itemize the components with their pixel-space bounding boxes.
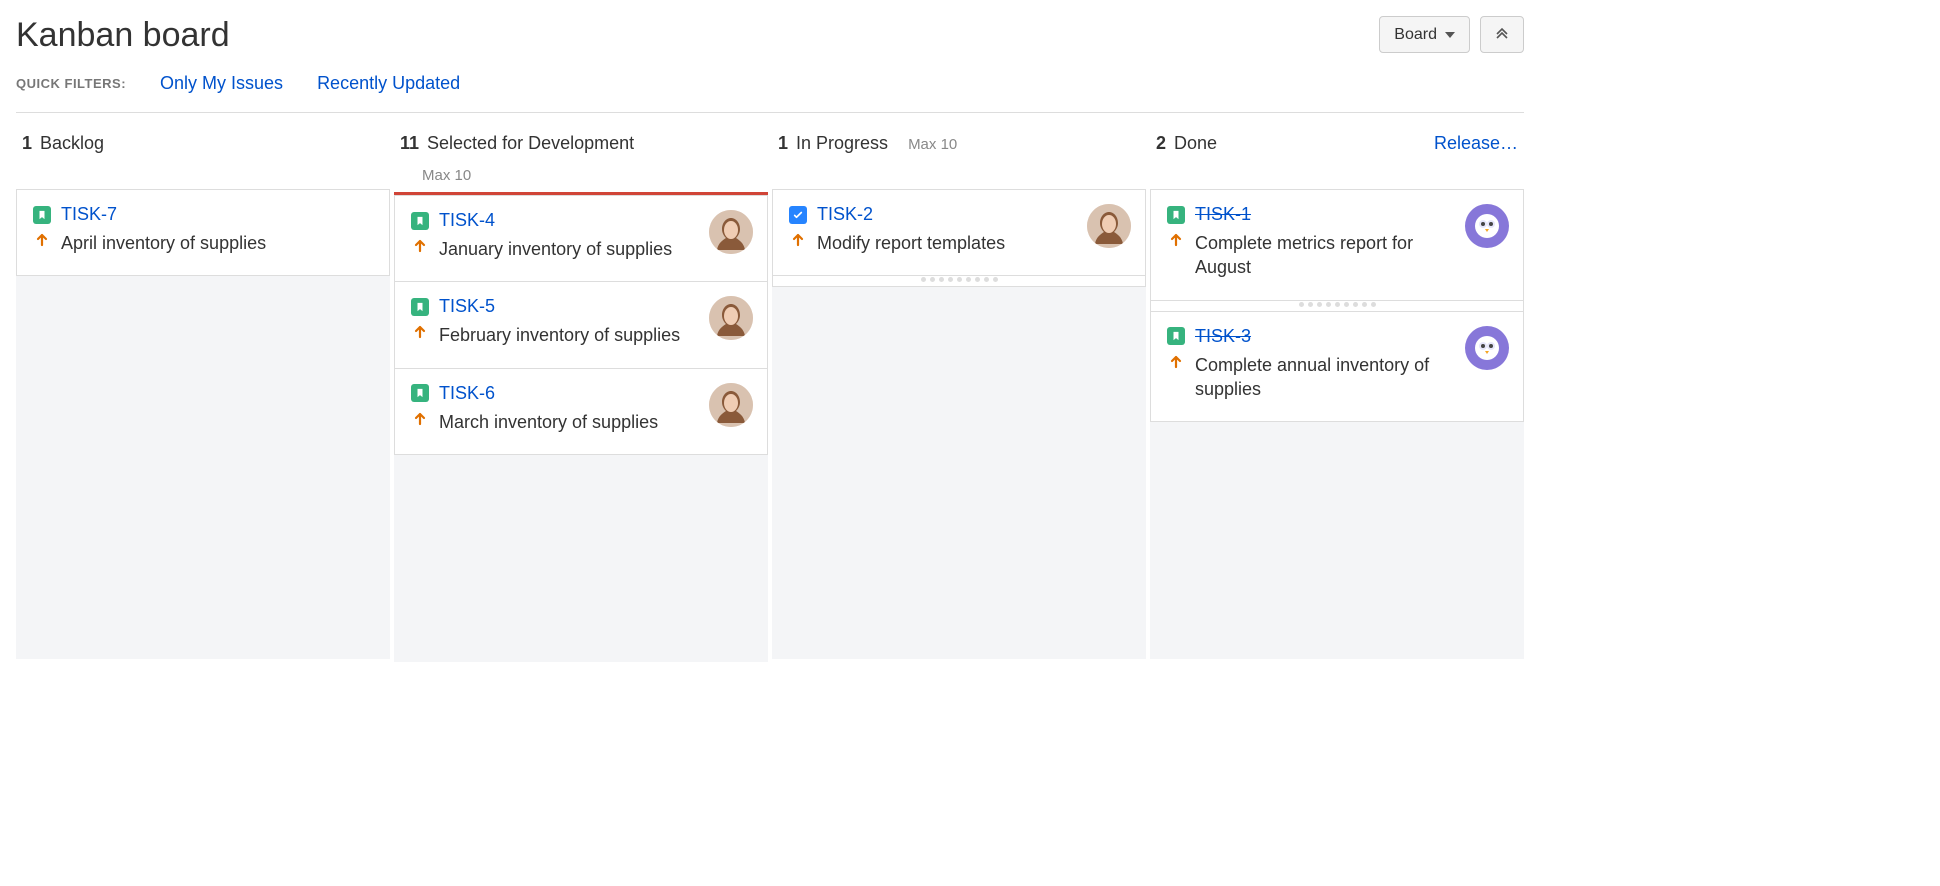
priority-medium-icon (411, 237, 429, 255)
assignee-avatar[interactable] (1465, 204, 1509, 248)
column-header: 2 Done Release… (1150, 133, 1524, 189)
priority-medium-icon (1167, 231, 1185, 249)
issue-summary: April inventory of supplies (61, 231, 373, 255)
story-icon (411, 298, 429, 316)
story-icon (33, 206, 51, 224)
issue-card[interactable]: TISK-5 February inventory of supplies (394, 281, 768, 368)
assignee-avatar[interactable] (709, 296, 753, 340)
column-header: 1 Backlog (16, 133, 390, 189)
priority-medium-icon (33, 231, 51, 249)
column-body[interactable]: TISK-2 Modify report templates (772, 189, 1146, 659)
column: 1 In Progress Max 10 TISK-2 Modify report te… (772, 133, 1146, 662)
chevron-up-double-icon (1495, 25, 1509, 44)
issue-card[interactable]: TISK-4 January inventory of supplies (394, 195, 768, 282)
column-name: In Progress (796, 133, 888, 154)
issue-summary: March inventory of supplies (439, 410, 751, 434)
issue-key-link[interactable]: TISK-5 (439, 296, 495, 317)
issue-key-link[interactable]: TISK-1 (1195, 204, 1251, 225)
issue-summary: Modify report templates (817, 231, 1129, 255)
column-body[interactable]: TISK-1 Complete metrics report for August… (1150, 189, 1524, 659)
issue-key-link[interactable]: TISK-6 (439, 383, 495, 404)
column-body[interactable]: TISK-7 April inventory of supplies (16, 189, 390, 659)
story-icon (1167, 206, 1185, 224)
card-pagination-dots (772, 275, 1146, 287)
issue-key-link[interactable]: TISK-2 (817, 204, 873, 225)
collapse-button[interactable] (1480, 16, 1524, 53)
column-count: 1 (778, 133, 788, 154)
column-name: Done (1174, 133, 1217, 154)
column-name: Selected for Development (427, 133, 634, 154)
issue-card[interactable]: TISK-3 Complete annual inventory of suppl… (1150, 311, 1524, 423)
story-icon (411, 212, 429, 230)
board-button-label: Board (1394, 26, 1437, 44)
column: 11 Selected for Development Max 10 TISK-4 Ja… (394, 133, 768, 662)
issue-card[interactable]: TISK-7 April inventory of supplies (16, 189, 390, 276)
story-icon (1167, 327, 1185, 345)
issue-key-link[interactable]: TISK-4 (439, 210, 495, 231)
priority-medium-icon (411, 410, 429, 428)
task-icon (789, 206, 807, 224)
column: 2 Done Release… TISK-1 Complete metrics repo… (1150, 133, 1524, 662)
issue-key-link[interactable]: TISK-7 (61, 204, 117, 225)
issue-key-link[interactable]: TISK-3 (1195, 326, 1251, 347)
priority-medium-icon (789, 231, 807, 249)
quick-filters-bar: QUICK FILTERS: Only My Issues Recently U… (16, 73, 1524, 113)
quick-filters-label: QUICK FILTERS: (16, 76, 126, 91)
column-name: Backlog (40, 133, 104, 154)
board-dropdown-button[interactable]: Board (1379, 16, 1470, 53)
priority-medium-icon (1167, 353, 1185, 371)
column: 1 Backlog TISK-7 April inventory of supplie… (16, 133, 390, 662)
issue-summary: Complete metrics report for August (1195, 231, 1507, 280)
story-icon (411, 384, 429, 402)
column-count: 2 (1156, 133, 1166, 154)
priority-medium-icon (411, 323, 429, 341)
issue-card[interactable]: TISK-6 March inventory of supplies (394, 368, 768, 455)
issue-summary: January inventory of supplies (439, 237, 751, 261)
assignee-avatar[interactable] (709, 383, 753, 427)
quick-filter-recently-updated[interactable]: Recently Updated (317, 73, 460, 94)
column-count: 1 (22, 133, 32, 154)
issue-summary: Complete annual inventory of supplies (1195, 353, 1507, 402)
issue-summary: February inventory of supplies (439, 323, 751, 347)
column-header: 1 In Progress Max 10 (772, 133, 1146, 189)
release-link[interactable]: Release… (1434, 133, 1518, 154)
assignee-avatar[interactable] (1465, 326, 1509, 370)
quick-filter-only-my-issues[interactable]: Only My Issues (160, 73, 283, 94)
assignee-avatar[interactable] (709, 210, 753, 254)
issue-card[interactable]: TISK-2 Modify report templates (772, 189, 1146, 276)
column-max: Max 10 (908, 136, 957, 153)
column-max: Max 10 (394, 167, 768, 184)
page-title: Kanban board (16, 16, 230, 55)
chevron-down-icon (1445, 32, 1455, 38)
assignee-avatar[interactable] (1087, 204, 1131, 248)
issue-card[interactable]: TISK-1 Complete metrics report for August (1150, 189, 1524, 301)
column-count: 11 (400, 133, 419, 154)
column-body[interactable]: TISK-4January inventory of suppliesTISK-… (394, 192, 768, 662)
